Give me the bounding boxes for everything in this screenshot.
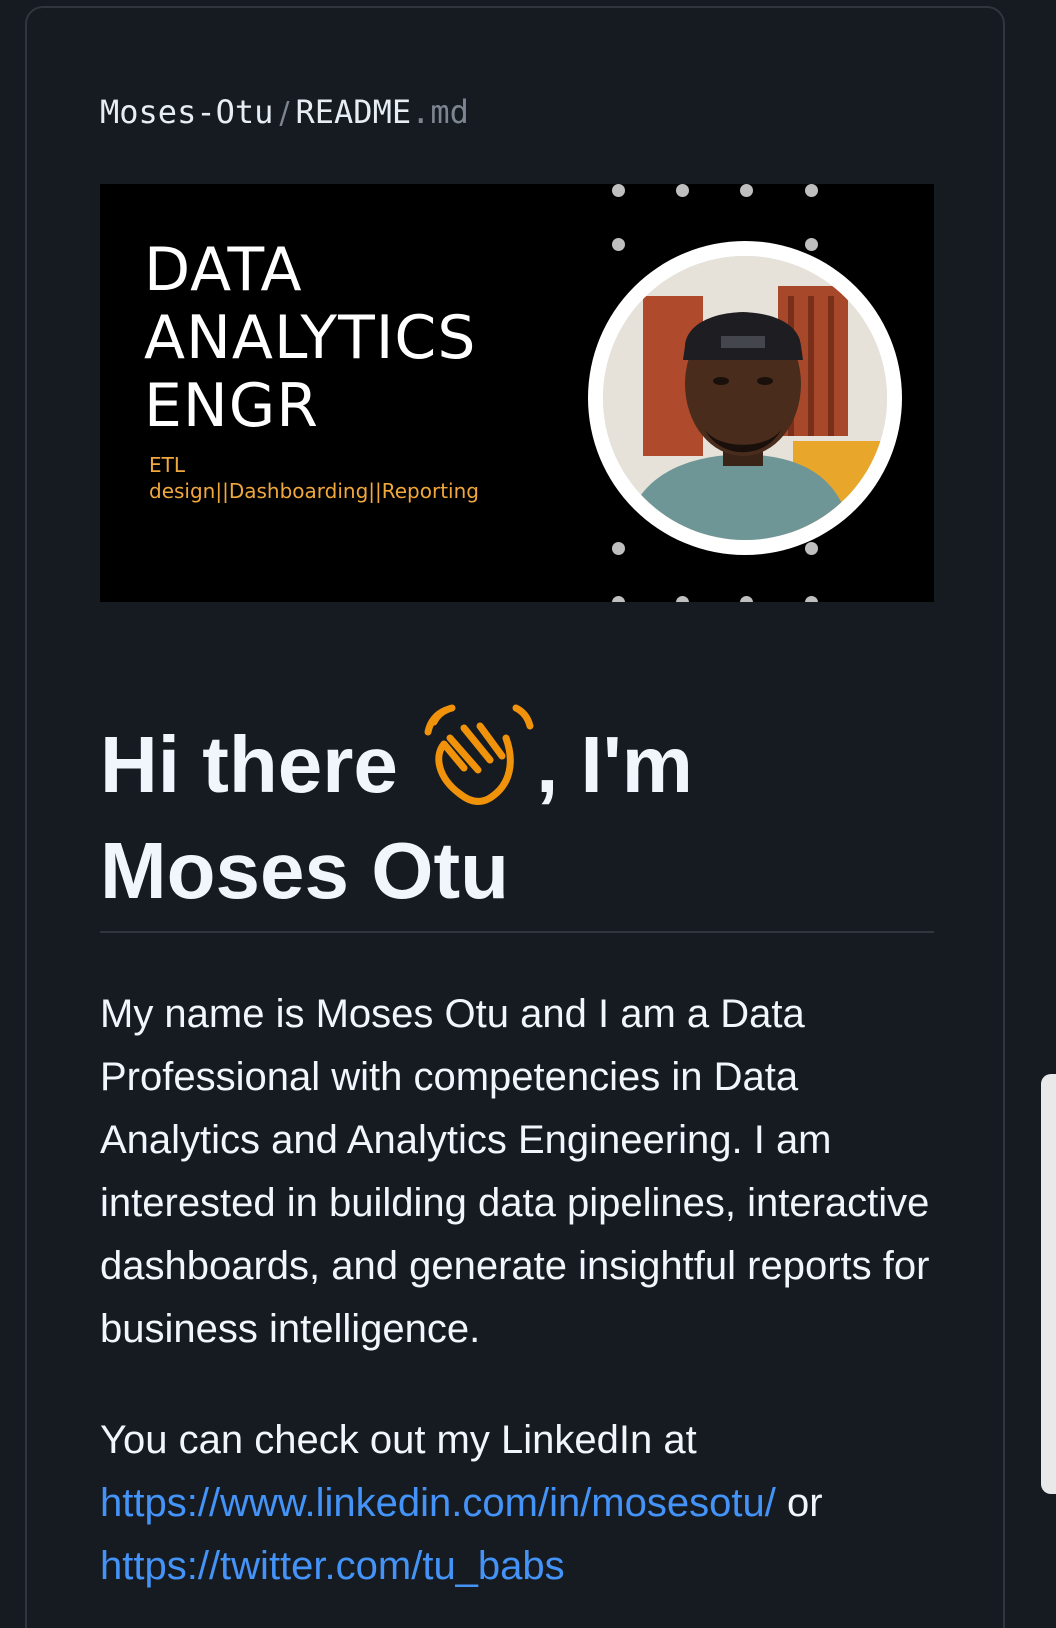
banner-subtitle-line-1: ETL bbox=[149, 453, 185, 477]
social-connector-text: or bbox=[775, 1481, 823, 1525]
decor-dot bbox=[676, 184, 689, 197]
decor-dot bbox=[805, 238, 818, 251]
decor-dot bbox=[740, 184, 753, 197]
heading-divider bbox=[100, 931, 934, 933]
linkedin-link[interactable]: https://www.linkedin.com/in/mosesotu/ bbox=[100, 1481, 776, 1525]
profile-photo bbox=[588, 241, 902, 555]
portrait-illustration bbox=[603, 256, 887, 540]
breadcrumb-separator: / bbox=[279, 96, 290, 131]
decor-dot bbox=[676, 596, 689, 602]
decor-dot bbox=[805, 596, 818, 602]
decor-dot bbox=[612, 542, 625, 555]
banner-subtitle-line-2: design||Dashboarding||Reporting bbox=[149, 479, 479, 503]
profile-banner-image: DATA ANALYTICS ENGR ETL design||Dashboar… bbox=[100, 184, 934, 602]
banner-title-line-3: ENGR bbox=[144, 371, 319, 441]
bio-paragraph: My name is Moses Otu and I am a Data Pro… bbox=[100, 992, 930, 1351]
heading-greeting: Hi there bbox=[100, 720, 421, 809]
breadcrumb: Moses-Otu / README.md bbox=[100, 90, 469, 136]
file-name: README bbox=[295, 93, 412, 131]
social-intro-text: You can check out my LinkedIn at bbox=[100, 1418, 697, 1462]
decor-dot bbox=[612, 596, 625, 602]
page: Moses-Otu / README.md DATA ANALYTICS ENGR … bbox=[0, 0, 1056, 1628]
decor-dot bbox=[612, 184, 625, 197]
banner-title-line-1: DATA bbox=[144, 235, 303, 305]
readme-card: Moses-Otu / README.md DATA ANALYTICS ENGR … bbox=[25, 6, 1005, 1628]
twitter-link[interactable]: https://twitter.com/tu_babs bbox=[100, 1544, 565, 1588]
decor-dot bbox=[805, 184, 818, 197]
file-extension: .md bbox=[411, 93, 469, 131]
repo-owner-link[interactable]: Moses-Otu bbox=[100, 93, 273, 131]
decor-dot bbox=[740, 596, 753, 602]
banner-title-line-2: ANALYTICS bbox=[144, 303, 477, 373]
profile-photo-portrait bbox=[603, 256, 887, 540]
scrollbar-thumb[interactable] bbox=[1041, 1074, 1056, 1494]
page-heading: Hi there , I'm Moses Otu bbox=[100, 698, 934, 924]
waving-hand-icon bbox=[420, 698, 536, 814]
decor-dot bbox=[805, 542, 818, 555]
social-paragraph: You can check out my LinkedIn at https:/… bbox=[100, 1409, 934, 1598]
decor-dot bbox=[612, 238, 625, 251]
